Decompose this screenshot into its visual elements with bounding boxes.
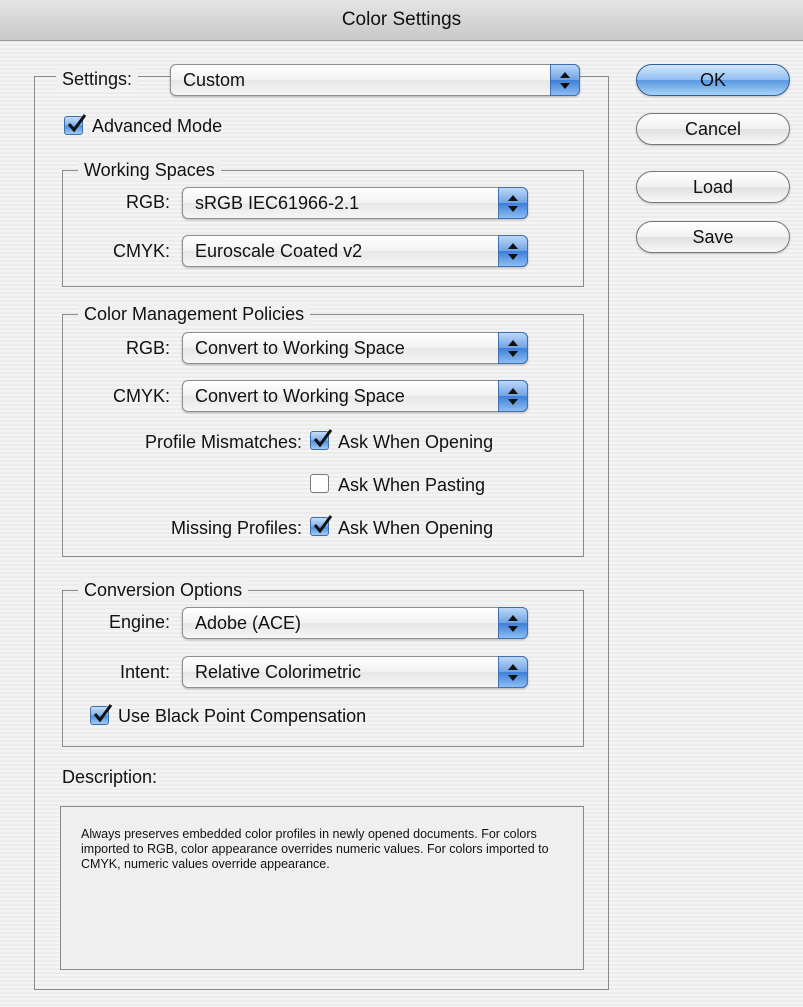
conversion-title: Conversion Options: [78, 579, 249, 601]
popup-arrows-icon: [550, 64, 580, 96]
description-title: Description:: [62, 767, 158, 787]
policies-title: Color Management Policies: [78, 303, 311, 325]
ws-cmyk-value: Euroscale Coated v2: [195, 241, 363, 261]
engine-value: Adobe (ACE): [195, 613, 302, 633]
black-point-checkbox[interactable]: [90, 704, 113, 725]
popup-arrows-icon: [498, 187, 528, 219]
engine-label: Engine:: [108, 612, 170, 632]
popup-arrows-icon: [498, 380, 528, 412]
intent-popup[interactable]: Relative Colorimetric: [182, 656, 528, 688]
engine-popup[interactable]: Adobe (ACE): [182, 607, 528, 639]
window-title: Color Settings: [0, 0, 803, 41]
save-button[interactable]: Save: [636, 221, 790, 253]
popup-arrows-icon: [498, 332, 528, 364]
working-spaces-title: Working Spaces: [78, 159, 221, 181]
missing-ask-opening-label: Ask When Opening: [338, 518, 494, 538]
cmp-rgb-label: RGB:: [125, 338, 170, 358]
intent-label: Intent:: [119, 662, 170, 682]
advanced-mode-label: Advanced Mode: [92, 116, 223, 136]
load-button[interactable]: Load: [636, 171, 790, 203]
advanced-mode-checkbox[interactable]: [64, 114, 87, 135]
ws-rgb-popup[interactable]: sRGB IEC61966-2.1: [182, 187, 528, 219]
popup-arrows-icon: [498, 656, 528, 688]
settings-label: Settings:: [56, 68, 139, 90]
popup-arrows-icon: [498, 607, 528, 639]
cmp-cmyk-popup[interactable]: Convert to Working Space: [182, 380, 528, 412]
checkmark-icon: [67, 114, 87, 133]
profile-mismatches-label: Profile Mismatches:: [144, 432, 302, 452]
cmp-cmyk-value: Convert to Working Space: [195, 386, 405, 406]
checkmark-icon: [313, 515, 333, 534]
cmp-rgb-value: Convert to Working Space: [195, 338, 405, 358]
description-box: Always preserves embedded color profiles…: [60, 806, 584, 970]
cmp-cmyk-label: CMYK:: [112, 386, 170, 406]
cmp-rgb-popup[interactable]: Convert to Working Space: [182, 332, 528, 364]
ok-button[interactable]: OK: [636, 64, 790, 96]
ask-opening-label: Ask When Opening: [338, 432, 494, 452]
cancel-button[interactable]: Cancel: [636, 113, 790, 145]
ask-pasting-checkbox[interactable]: [310, 474, 329, 493]
settings-popup[interactable]: Custom: [170, 64, 580, 96]
ask-pasting-label: Ask When Pasting: [338, 475, 486, 495]
checkmark-icon: [93, 704, 113, 723]
black-point-label: Use Black Point Compensation: [118, 706, 367, 726]
missing-profiles-label: Missing Profiles:: [170, 518, 302, 538]
ws-rgb-label: RGB:: [125, 192, 170, 212]
missing-ask-opening-checkbox[interactable]: [310, 515, 333, 536]
ask-opening-checkbox[interactable]: [310, 429, 333, 450]
settings-popup-value: Custom: [183, 70, 246, 90]
ws-cmyk-label: CMYK:: [112, 241, 170, 261]
intent-value: Relative Colorimetric: [195, 662, 362, 682]
checkmark-icon: [313, 429, 333, 448]
description-text: Always preserves embedded color profiles…: [81, 827, 549, 871]
ws-cmyk-popup[interactable]: Euroscale Coated v2: [182, 235, 528, 267]
ws-rgb-value: sRGB IEC61966-2.1: [195, 193, 360, 213]
popup-arrows-icon: [498, 235, 528, 267]
